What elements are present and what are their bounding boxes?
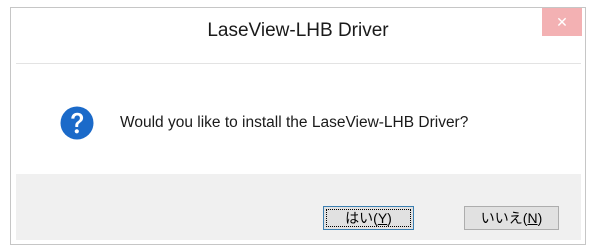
close-icon: ✕ [556, 13, 568, 30]
yes-button[interactable]: はい(Y) [323, 206, 414, 230]
no-button-mnemonic: N [527, 210, 538, 226]
dialog-window: LaseView-LHB Driver ✕ Would you like to … [10, 7, 586, 245]
window-title: LaseView-LHB Driver [207, 20, 389, 41]
message-text: Would you like to install the LaseView-L… [120, 114, 469, 131]
yes-button-mnemonic: Y [377, 210, 388, 226]
yes-button-suffix: ) [387, 210, 392, 226]
message-area: Would you like to install the LaseView-L… [16, 63, 581, 175]
button-bar: はい(Y) いいえ(N) [16, 174, 581, 240]
question-icon [60, 106, 94, 140]
yes-button-prefix: はい( [345, 210, 378, 226]
close-button[interactable]: ✕ [542, 8, 582, 36]
no-button-prefix: いいえ( [480, 210, 528, 226]
title-bar[interactable]: LaseView-LHB Driver ✕ [11, 8, 585, 63]
no-button-suffix: ) [537, 210, 543, 226]
no-button[interactable]: いいえ(N) [464, 206, 559, 230]
